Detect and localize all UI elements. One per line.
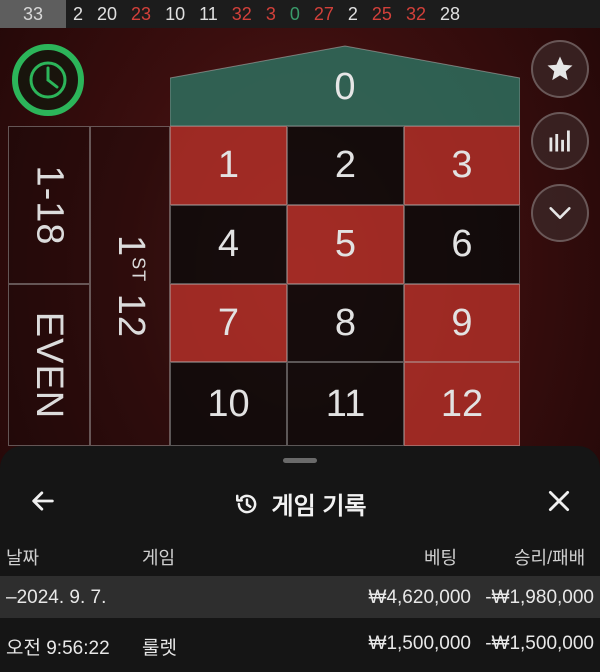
date-total-bet: ₩4,620,000 bbox=[368, 587, 471, 608]
bet-spot-number[interactable]: 1 bbox=[170, 126, 287, 205]
dozen-suffix: ST bbox=[128, 256, 149, 282]
results-history-strip: 33 2 20 23 10 11 32 3 0 27 2 25 32 28 bbox=[0, 0, 600, 28]
column-header-bet: 베팅 bbox=[424, 548, 458, 568]
bet-spot-number[interactable]: 6 bbox=[404, 205, 520, 284]
history-number: 32 bbox=[231, 4, 252, 24]
bet-spot-number[interactable]: 4 bbox=[170, 205, 287, 284]
column-header-game: 게임 bbox=[142, 548, 176, 568]
history-number: 2 bbox=[347, 4, 358, 24]
game-history-panel: 게임 기록 날짜 게임 베팅 승리/패배 –2024. 9. 7. ₩4,620… bbox=[0, 446, 600, 672]
favorites-button[interactable] bbox=[531, 40, 589, 98]
history-number: 10 bbox=[165, 4, 186, 24]
bet-spot-number[interactable]: 9 bbox=[404, 284, 520, 362]
roulette-screen: 33 2 20 23 10 11 32 3 0 27 2 25 32 28 0 … bbox=[0, 0, 600, 672]
history-number: 0 bbox=[289, 4, 300, 24]
entry-time: 오전 9:56:22 bbox=[6, 638, 110, 659]
date-total-result: -₩1,980,000 bbox=[485, 587, 594, 608]
history-number: 20 bbox=[97, 4, 118, 24]
bet-spot-number[interactable]: 3 bbox=[404, 126, 520, 205]
panel-title-group: 게임 기록 bbox=[0, 486, 600, 521]
history-number: 32 bbox=[405, 4, 426, 24]
close-icon bbox=[548, 490, 570, 512]
bet-spot-even[interactable]: EVEN bbox=[8, 284, 90, 446]
history-date-row[interactable]: –2024. 9. 7. ₩4,620,000 -₩1,980,000 bbox=[0, 576, 600, 618]
bet-spot-number[interactable]: 7 bbox=[170, 284, 287, 362]
panel-title: 게임 기록 bbox=[271, 493, 367, 520]
history-entry-row[interactable]: 오전 9:56:22 룰렛 ₩1,500,000 -₩1,500,000 bbox=[0, 622, 600, 664]
first-dozen-label: 1ST 12 bbox=[109, 235, 152, 338]
bet-spot-zero[interactable]: 0 bbox=[170, 44, 520, 126]
date-value: –2024. 9. 7. bbox=[6, 587, 107, 608]
entry-game: 룰렛 bbox=[142, 638, 177, 659]
low-bet-label: 1-18 bbox=[28, 164, 71, 246]
stats-icon bbox=[549, 130, 570, 152]
history-number: 28 bbox=[439, 4, 460, 24]
statistics-button[interactable] bbox=[531, 112, 589, 170]
history-number: 33 bbox=[0, 0, 66, 28]
even-bet-label: EVEN bbox=[28, 311, 71, 419]
bet-spot-number[interactable]: 12 bbox=[404, 362, 520, 446]
column-header-result: 승리/패배 bbox=[514, 548, 586, 568]
chevron-down-icon bbox=[549, 207, 571, 219]
drag-handle[interactable] bbox=[283, 458, 317, 463]
dozen-range: 12 bbox=[109, 281, 152, 338]
betting-timer bbox=[12, 44, 84, 116]
bet-spot-number[interactable]: 8 bbox=[287, 284, 404, 362]
star-icon bbox=[547, 56, 573, 81]
history-number: 11 bbox=[199, 4, 218, 24]
close-button[interactable] bbox=[542, 484, 576, 518]
panel-header: 게임 기록 bbox=[0, 476, 600, 526]
bet-spot-low[interactable]: 1-18 bbox=[8, 126, 90, 284]
entry-bet: ₩1,500,000 bbox=[368, 633, 471, 654]
bet-spot-number[interactable]: 10 bbox=[170, 362, 287, 446]
history-column-headers: 날짜 게임 베팅 승리/패배 bbox=[0, 544, 600, 568]
clock-icon bbox=[29, 61, 67, 99]
history-number: 2 bbox=[73, 4, 84, 24]
bet-spot-first-dozen[interactable]: 1ST 12 bbox=[90, 126, 170, 446]
collapse-button[interactable] bbox=[531, 184, 589, 242]
bet-spot-number[interactable]: 11 bbox=[287, 362, 404, 446]
entry-result: -₩1,500,000 bbox=[485, 633, 594, 654]
history-number: 25 bbox=[371, 4, 392, 24]
history-number: 3 bbox=[265, 4, 276, 24]
column-header-date: 날짜 bbox=[6, 548, 40, 568]
history-number: 23 bbox=[131, 4, 152, 24]
history-number: 27 bbox=[313, 4, 334, 24]
zero-label: 0 bbox=[334, 66, 356, 108]
history-icon bbox=[235, 494, 256, 513]
dozen-number: 1 bbox=[109, 234, 152, 257]
bet-spot-number[interactable]: 2 bbox=[287, 126, 404, 205]
bet-spot-number[interactable]: 5 bbox=[287, 205, 404, 284]
